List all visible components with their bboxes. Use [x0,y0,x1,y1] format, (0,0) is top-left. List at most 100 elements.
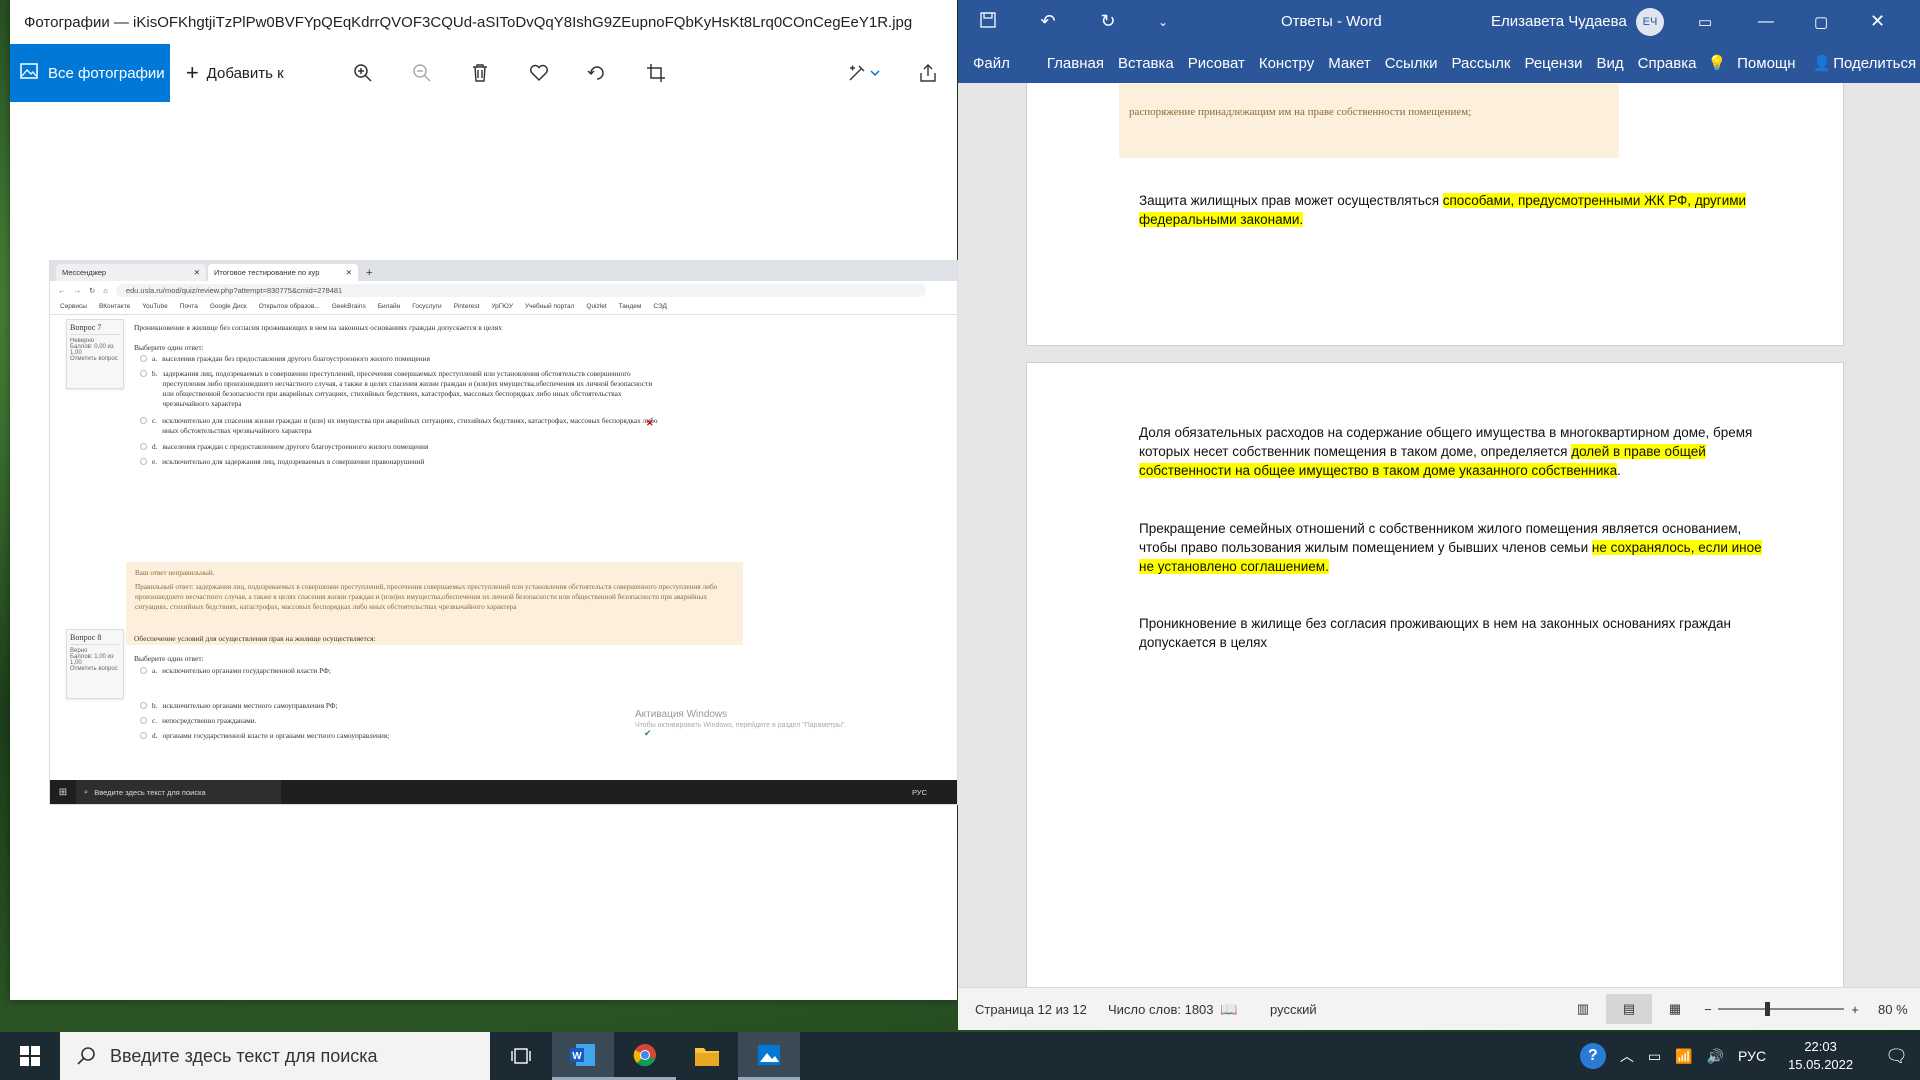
print-layout-icon[interactable]: ▤ [1606,994,1652,1024]
bookmark-item: Pinterest [453,303,480,310]
language[interactable]: русский [1270,1002,1317,1017]
quote-block: распоряжение принадлежащим им на праве с… [1119,84,1619,158]
close-icon[interactable]: ✕ [1870,11,1885,32]
document-area[interactable]: распоряжение принадлежащим им на праве с… [958,83,1920,987]
taskbar-search-box[interactable]: Введите здесь текст для поиска [60,1032,490,1080]
file-explorer-icon[interactable] [676,1032,738,1080]
tab-references[interactable]: Ссылки [1378,55,1445,72]
notifications-icon[interactable]: 🗨 [1875,1046,1908,1067]
tab-help[interactable]: Справка [1631,55,1704,72]
answer-option: e. исключительно для задержания лиц, подо… [140,457,660,467]
delete-icon[interactable] [451,44,510,102]
option-text: исключительно для задержания лиц, подозр… [162,457,425,466]
paragraph-1: Защита жилищных прав может осуществлятьс… [1139,191,1769,229]
question-score: Баллов: 1,00 из 1,00 [70,654,114,666]
zoom-thumb[interactable] [1765,1002,1770,1016]
tab-view[interactable]: Вид [1589,55,1630,72]
answer-option: d. выселения граждан с предоставлением др… [140,442,660,452]
zoom-level[interactable]: 80 % [1866,1002,1920,1017]
bookmark-item: Сервисы [60,303,87,310]
input-language[interactable]: РУС [1738,1048,1766,1064]
all-photos-button[interactable]: Все фотографии [10,44,170,102]
tab-design[interactable]: Констру [1252,55,1321,72]
zoom-out-button[interactable]: − [1698,1002,1718,1017]
url-field: edu.usla.ru/mod/quiz/review.php?attempt=… [115,283,926,297]
tab-file[interactable]: Файл [966,55,1040,72]
task-view-icon[interactable] [490,1032,552,1080]
paragraph-4: Проникновение в жилище без согласия прож… [1139,616,1731,650]
save-icon[interactable] [958,11,1018,32]
rotate-icon[interactable] [568,44,627,102]
help-icon[interactable]: ? [1579,1043,1606,1069]
zoom-in-button[interactable]: + [1844,1002,1866,1017]
qat-more-icon[interactable]: ⌄ [1138,15,1188,29]
tab-layout[interactable]: Макет [1321,55,1377,72]
tab-draw[interactable]: Рисоват [1181,55,1252,72]
add-to-label: Добавить к [206,64,284,82]
share-button[interactable]: Поделиться [1831,55,1920,72]
share-icon[interactable] [898,44,957,102]
redo-icon[interactable]: ↻ [1078,11,1138,32]
option-key: d. [152,731,158,740]
ribbon-display-icon[interactable]: ▭ [1698,13,1712,31]
undo-icon[interactable]: ↶ [1018,11,1078,32]
option-text: исключительно органами местного самоупра… [162,701,338,710]
zoom-slider[interactable] [1718,1002,1844,1016]
battery-icon[interactable]: ▭ [1648,1048,1661,1065]
bookmark-item: Открытое образов... [258,303,320,310]
windows-icon: ⊞ [58,786,68,798]
windows-icon [20,1046,40,1066]
question-number: Вопрос 7 [70,323,120,335]
photos-icon [20,63,38,83]
read-mode-icon[interactable]: ▥ [1560,1001,1606,1017]
start-button[interactable] [0,1032,60,1080]
answer-option: c. исключительно для спасения жизни гражд… [140,416,660,436]
taskbar-search-text: Введите здесь текст для поиска [110,1045,378,1066]
paragraph-3: Прекращение семейных отношений с собстве… [1139,519,1769,576]
volume-icon[interactable]: 🔊 [1707,1048,1724,1065]
tab-insert[interactable]: Вставка [1111,55,1181,72]
option-text: выселения граждан без предоставления дру… [162,354,430,363]
heart-icon[interactable] [509,44,568,102]
wrong-mark-icon: ✕ [646,418,654,428]
web-layout-icon[interactable]: ▦ [1652,1001,1698,1017]
forward-icon: → [73,285,82,295]
minimize-icon[interactable]: — [1758,13,1774,31]
tab-mailings[interactable]: Рассылк [1445,55,1518,72]
avatar[interactable]: ЕЧ [1636,7,1664,36]
browser-tab-quiz: Итоговое тестирование по кур ✕ [208,264,358,281]
chrome-icon[interactable] [614,1032,676,1080]
radio-icon [140,417,147,424]
bookmark-item: Учебный портал [524,303,575,310]
option-key: e. [152,457,158,466]
feedback-box: Ваш ответ неправильный. Правильный ответ… [126,562,743,645]
wifi-icon[interactable]: 📶 [1675,1048,1692,1065]
option-text: органами государственной власти и органа… [162,731,390,740]
question-7-prompt: Выберите один ответ: [134,343,204,352]
tab-label: Итоговое тестирование по кур [214,268,320,277]
bookmark-item: ВКонтакте [98,303,131,310]
tell-me-button[interactable]: Помощн [1730,55,1802,72]
page-count[interactable]: Страница 12 из 12 [958,1002,1108,1017]
maximize-icon[interactable]: ▢ [1814,13,1828,31]
radio-icon [140,667,147,674]
clock[interactable]: 22:03 15.05.2022 [1780,1038,1861,1074]
paragraph-text: Защита жилищных прав может осуществлятьс… [1139,193,1443,208]
chevron-up-icon[interactable]: ︿ [1620,1046,1634,1066]
word-taskbar-icon[interactable]: W [552,1032,614,1080]
option-key: b. [152,369,158,378]
tab-home[interactable]: Главная [1040,55,1111,72]
tab-review[interactable]: Рецензи [1517,55,1589,72]
browser-tab-messenger: Мессенджер ✕ [56,264,206,281]
bookmark-item: УрГЮУ [491,303,513,310]
word-count[interactable]: Число слов: 1803 [1108,1002,1220,1017]
crop-icon[interactable] [627,44,686,102]
zoom-in-icon[interactable] [334,44,393,102]
proofing-icon[interactable]: 📖 [1220,1001,1270,1018]
photos-app-icon[interactable] [738,1032,800,1080]
zoom-out-icon[interactable] [392,44,451,102]
radio-icon [140,355,147,362]
option-key: c. [152,716,158,725]
add-to-button[interactable]: + Добавить к [170,60,334,86]
edit-icon[interactable] [831,44,898,102]
